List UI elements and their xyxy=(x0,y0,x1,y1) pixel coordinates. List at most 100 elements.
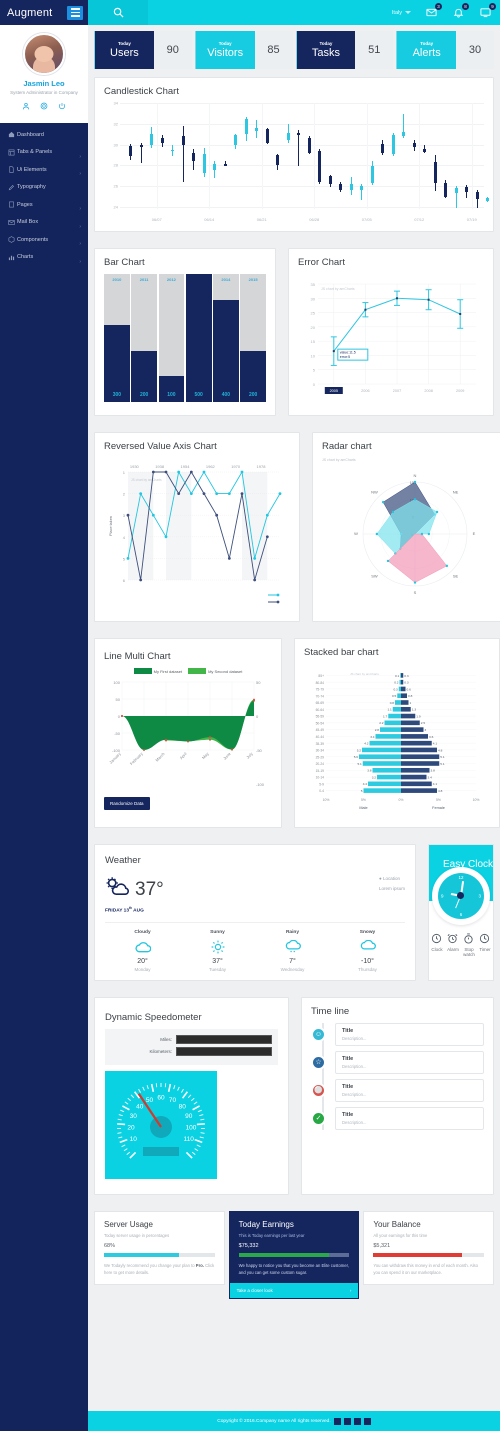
svg-text:5: 5 xyxy=(313,368,316,373)
randomize-data-button[interactable]: Randomize Data xyxy=(104,797,150,810)
clock-tool-stopwatch[interactable]: Stop watch xyxy=(461,931,477,957)
svg-text:0.8: 0.8 xyxy=(408,694,413,698)
language-selector[interactable]: Italy xyxy=(392,10,411,16)
hamburger-icon[interactable] xyxy=(67,5,83,20)
kilometers-input[interactable] xyxy=(176,1046,272,1056)
mail-icon[interactable]: 3 xyxy=(425,3,442,19)
clock-tool-clock[interactable]: Clock xyxy=(429,931,445,957)
miles-input[interactable] xyxy=(176,1034,272,1044)
card-title: Dynamic Speedometer xyxy=(105,1011,202,1023)
svg-text:Female: Female xyxy=(432,806,445,810)
svg-text:-50: -50 xyxy=(114,731,121,736)
line-multi-legend: My First dataset My Second dataset xyxy=(104,668,272,674)
avatar xyxy=(23,33,65,75)
clock-tool-timer[interactable]: Timer xyxy=(477,931,493,957)
bar-value: 500 xyxy=(194,392,203,398)
book-icon xyxy=(8,201,17,208)
sidebar-item-dashboard[interactable]: Dashboard xyxy=(0,126,88,144)
sidebar-item-components[interactable]: Components › xyxy=(0,231,88,249)
timeline-item[interactable]: ✓ Title Description... xyxy=(311,1106,484,1130)
sidebar-item-mail-box[interactable]: Mail Box › xyxy=(0,213,88,231)
button-label: Take a closer look xyxy=(236,1287,273,1293)
twitter-icon[interactable] xyxy=(343,1417,351,1425)
sidebar-item-label: Typography xyxy=(17,184,46,190)
gear-icon[interactable] xyxy=(40,102,49,111)
user-icon[interactable] xyxy=(22,102,31,111)
bar-value: 400 xyxy=(221,392,231,398)
timeline-list: ☺ Title Description... ☆ Title Descripti… xyxy=(311,1022,484,1130)
bar-column[interactable]: 2015 200 xyxy=(240,274,266,402)
stat-card-alerts[interactable]: Today Alerts 30 xyxy=(396,31,494,69)
svg-text:JS chart by amCharts: JS chart by amCharts xyxy=(350,672,379,676)
screen-icon[interactable]: 9 xyxy=(479,3,496,19)
forecast-dayname: Thursday xyxy=(358,966,377,972)
clock-tool-alarm[interactable]: Alarm xyxy=(445,931,461,957)
bar-column[interactable]: 2013500 xyxy=(185,274,212,402)
facebook-icon[interactable] xyxy=(333,1417,341,1425)
svg-text:W: W xyxy=(354,531,358,536)
earnings-value: $75,332 xyxy=(238,1242,259,1249)
alarm-icon xyxy=(445,931,461,945)
bar-year: 2011 xyxy=(139,277,149,282)
axis-tick: 06/14 xyxy=(204,217,215,222)
bell-icon[interactable]: 8 xyxy=(452,3,469,19)
sidebar-item-ui-elements[interactable]: Ui Elements › xyxy=(0,161,88,179)
take-a-closer-look-button[interactable]: Take a closer look › xyxy=(229,1282,359,1298)
card-title: Candlestick Chart xyxy=(104,86,179,97)
bar-value: 100 xyxy=(167,392,176,398)
svg-text:Male: Male xyxy=(359,806,367,810)
svg-text:July: July xyxy=(245,751,254,760)
server-usage-progress xyxy=(104,1252,215,1257)
ban-icon: ⚪ xyxy=(311,1082,326,1098)
bar-column[interactable]: 2012 100 xyxy=(158,274,185,402)
bell-badge: 8 xyxy=(462,3,469,10)
sidebar-item-pages[interactable]: Pages › xyxy=(0,196,88,214)
sidebar-item-label: Pages xyxy=(17,201,33,208)
timeline-item[interactable]: ⚪ Title Description... xyxy=(311,1078,484,1102)
bar-column[interactable]: 2014 400 xyxy=(213,274,239,402)
axis-tick: 28 xyxy=(113,162,118,168)
google-icon[interactable] xyxy=(353,1417,361,1425)
forecast-temp: 37° xyxy=(212,957,223,965)
bar-column[interactable]: 2011 200 xyxy=(131,274,157,402)
sidebar-item-charts[interactable]: Charts › xyxy=(0,248,88,266)
stat-card-visitors[interactable]: Today Visitors 85 xyxy=(194,31,293,69)
svg-text:4.8: 4.8 xyxy=(438,789,443,793)
bar-column[interactable]: 2010 300 xyxy=(104,274,130,402)
svg-text:value:11.5: value:11.5 xyxy=(340,351,356,355)
brand-area: Augment xyxy=(0,0,88,25)
power-icon[interactable] xyxy=(58,102,67,111)
timeline-item[interactable]: ☺ Title Description... xyxy=(311,1022,484,1046)
svg-text:1.3: 1.3 xyxy=(412,708,417,712)
stat-name: Tasks xyxy=(311,47,340,59)
kilometers-row: Kilometers: xyxy=(111,1046,272,1056)
earnings-progress xyxy=(238,1252,350,1257)
svg-text:80-84: 80-84 xyxy=(316,681,325,685)
svg-text:0.8: 0.8 xyxy=(390,701,395,705)
card-title: Radar chart xyxy=(322,441,372,452)
svg-text:0.5: 0.5 xyxy=(392,694,397,698)
svg-text:50: 50 xyxy=(256,680,261,685)
sidebar-item-typography[interactable]: Typography xyxy=(0,178,88,196)
svg-text:April: April xyxy=(179,751,188,760)
stat-name: Users xyxy=(110,47,139,59)
stat-period: Today xyxy=(117,41,131,46)
row-weather-clock: Weather 37° FRIDAY 13th AUG ● Location L… xyxy=(88,836,500,989)
svg-text:0.3: 0.3 xyxy=(404,674,409,678)
cloud-icon xyxy=(105,939,180,955)
forecast-condition: Sunny xyxy=(210,929,225,935)
card-title: Server Usage xyxy=(104,1219,153,1229)
timeline-item-desc: Description... xyxy=(342,1119,367,1125)
sidebar-item-tabs-panels[interactable]: Tabs & Panels › xyxy=(0,143,88,161)
linkedin-icon[interactable] xyxy=(363,1417,371,1425)
stat-card-tasks[interactable]: Today Tasks 51 xyxy=(295,31,394,69)
search-icon[interactable] xyxy=(88,0,148,25)
svg-text:6: 6 xyxy=(123,578,126,583)
sidebar-nav: Dashboard Tabs & Panels › Ui Elements › … xyxy=(0,123,88,266)
speedometer-gauge: 10 20 30 40 50 60 70 80 90 100 110 xyxy=(105,1070,278,1184)
stat-value: 51 xyxy=(355,31,394,69)
snow-icon xyxy=(330,939,405,955)
stat-card-users[interactable]: Today Users 90 xyxy=(94,31,192,69)
timeline-item[interactable]: ☆ Title Description... xyxy=(311,1050,484,1074)
svg-text:4.8: 4.8 xyxy=(438,748,443,752)
